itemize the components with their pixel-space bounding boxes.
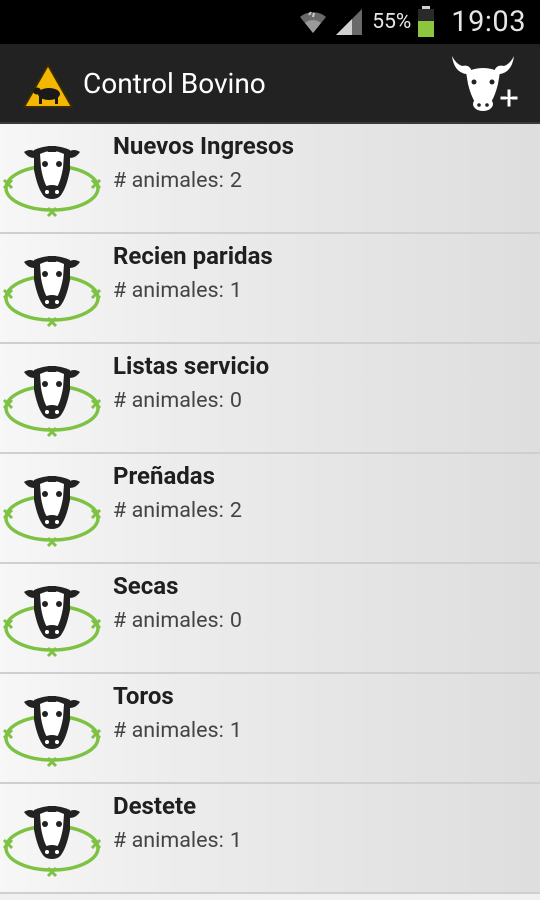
group-name: Nuevos Ingresos: [113, 132, 294, 160]
animal-count-value: 0: [229, 608, 242, 633]
cow-fence-icon: [2, 696, 102, 768]
cow-fence-icon: [2, 256, 102, 328]
animal-count-label: # animales:: [113, 828, 224, 853]
animal-count-value: 1: [229, 718, 242, 743]
clock: 19:03: [451, 5, 526, 39]
list-item-3[interactable]: Listas servicio # animales: 0: [0, 344, 540, 454]
wifi-icon: [300, 11, 327, 34]
battery-icon: [418, 6, 435, 37]
animal-count: # animales: 2: [113, 498, 242, 523]
animal-count: # animales: 2: [113, 168, 242, 193]
cow-fence-icon: [2, 366, 102, 438]
group-name: Toros: [113, 682, 174, 710]
group-name: Secas: [113, 572, 179, 600]
cow-fence-icon: [2, 476, 102, 548]
list-item-1[interactable]: Nuevos Ingresos # animales: 2: [0, 124, 540, 234]
animal-count: # animales: 1: [113, 718, 242, 743]
battery-percent: 55%: [372, 10, 412, 34]
list-item-4[interactable]: Preñadas # animales: 2: [0, 454, 540, 564]
animal-count-label: # animales:: [113, 168, 224, 193]
animal-count-label: # animales:: [113, 718, 224, 743]
animal-count-value: 0: [229, 388, 242, 413]
cow-fence-icon: [2, 146, 102, 218]
list-item-5[interactable]: Secas # animales: 0: [0, 564, 540, 674]
animal-count-value: 1: [229, 828, 242, 853]
animal-count: # animales: 1: [113, 278, 242, 303]
list-item-7[interactable]: Destete # animales: 1: [0, 784, 540, 894]
animal-count: # animales: 1: [113, 828, 242, 853]
status-bar: 55% 19:03: [0, 0, 540, 44]
cattle-warning-sign-icon[interactable]: [22, 63, 74, 109]
list-item-6[interactable]: Toros # animales: 1: [0, 674, 540, 784]
animal-count-value: 1: [229, 278, 242, 303]
action-bar: Control Bovino: [0, 44, 540, 124]
group-name: Preñadas: [113, 462, 215, 490]
group-name: Listas servicio: [113, 352, 270, 380]
animal-count-label: # animales:: [113, 608, 224, 633]
bull-add-icon[interactable]: [448, 50, 522, 118]
animal-count-label: # animales:: [113, 498, 224, 523]
list-item-2[interactable]: Recien paridas # animales: 1: [0, 234, 540, 344]
cow-fence-icon: [2, 806, 102, 878]
signal-icon: [336, 9, 363, 35]
animal-count-label: # animales:: [113, 388, 224, 413]
animal-count-value: 2: [229, 498, 242, 523]
animal-count-label: # animales:: [113, 278, 224, 303]
group-name: Destete: [113, 792, 197, 820]
group-name: Recien paridas: [113, 242, 273, 270]
animal-count: # animales: 0: [113, 388, 242, 413]
animal-count: # animales: 0: [113, 608, 242, 633]
status-icons: 55% 19:03: [298, 0, 526, 44]
app-title: Control Bovino: [83, 67, 266, 100]
group-list: Nuevos Ingresos # animales: 2 Recien pari…: [0, 124, 540, 900]
cow-fence-icon: [2, 586, 102, 658]
animal-count-value: 2: [229, 168, 242, 193]
